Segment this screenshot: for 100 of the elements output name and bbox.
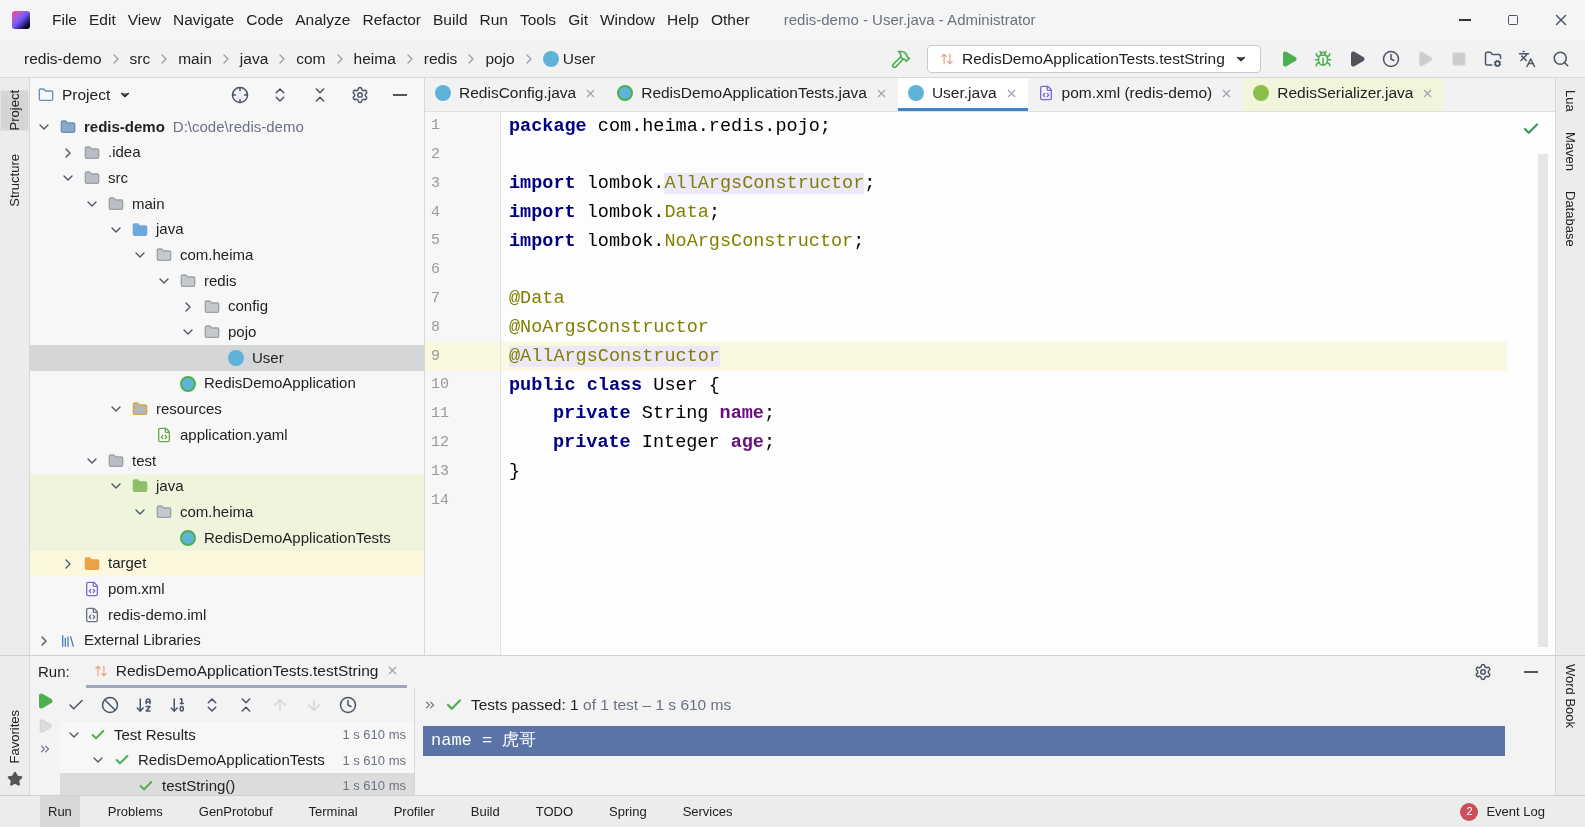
menu-item[interactable]: Analyze bbox=[289, 8, 357, 32]
menu-item[interactable]: Build bbox=[427, 8, 474, 32]
tool-window-button[interactable]: Run bbox=[40, 796, 80, 827]
menu-item[interactable]: Run bbox=[473, 8, 514, 32]
tree-item[interactable]: java bbox=[30, 216, 424, 243]
breadcrumb-item[interactable]: java bbox=[235, 46, 273, 71]
class-icon bbox=[907, 85, 924, 101]
menu-item[interactable]: Navigate bbox=[167, 8, 241, 32]
tool-window-tab[interactable]: Database bbox=[1560, 190, 1581, 247]
tree-item[interactable]: com.heima bbox=[30, 242, 424, 269]
tree-item[interactable]: test bbox=[30, 447, 424, 474]
tool-window-tab[interactable]: Maven bbox=[1560, 131, 1581, 171]
tree-item[interactable]: target bbox=[30, 550, 424, 577]
tool-window-button[interactable]: Profiler bbox=[385, 796, 443, 827]
app-logo-icon bbox=[12, 11, 30, 29]
folder-icon bbox=[84, 555, 100, 572]
tool-window-button[interactable]: GenProtobuf bbox=[190, 796, 281, 827]
tree-item[interactable]: main bbox=[30, 191, 424, 217]
breadcrumb-item[interactable]: main bbox=[174, 46, 216, 71]
project-view-icon bbox=[38, 87, 54, 103]
breadcrumb-item[interactable]: redis bbox=[419, 46, 462, 71]
star-icon[interactable] bbox=[6, 771, 23, 787]
breadcrumb-item[interactable]: pojo bbox=[481, 46, 519, 71]
menu-item[interactable]: Git bbox=[562, 8, 594, 32]
test-result-row[interactable]: testString() 1 s 610 ms bbox=[60, 773, 414, 795]
tree-item[interactable]: redis bbox=[30, 268, 424, 294]
menu-item[interactable]: Help bbox=[661, 8, 705, 32]
test-duration: 1 s 610 ms bbox=[342, 726, 406, 744]
tool-window-button[interactable]: Services bbox=[674, 796, 741, 827]
menu-item[interactable]: Other bbox=[704, 8, 756, 32]
more-icon[interactable] bbox=[38, 742, 52, 756]
test-name: Test Results bbox=[114, 724, 196, 745]
tree-item[interactable]: config bbox=[30, 293, 424, 320]
menu-item[interactable]: Refactor bbox=[356, 8, 428, 32]
tree-item[interactable]: resources bbox=[30, 396, 424, 423]
test-result-row[interactable]: Test Results 1 s 610 ms bbox=[60, 722, 414, 748]
menu-item[interactable]: Tools bbox=[513, 8, 563, 32]
tool-window-button[interactable]: Problems bbox=[99, 796, 171, 827]
tree-item[interactable]: src bbox=[30, 165, 424, 192]
code-line: private String name; bbox=[553, 402, 776, 427]
folder-icon bbox=[108, 452, 124, 469]
tree-item[interactable]: RedisDemoApplication bbox=[30, 370, 424, 397]
line-number: 6 bbox=[431, 260, 440, 281]
tool-window-button[interactable]: Build bbox=[462, 796, 508, 827]
menu-item[interactable]: Code bbox=[240, 8, 290, 32]
breadcrumb-item[interactable]: com bbox=[292, 46, 330, 71]
tree-item[interactable]: pom.xml bbox=[30, 576, 424, 603]
tree-item[interactable]: com.heima bbox=[30, 499, 424, 525]
tree-item[interactable]: User bbox=[30, 345, 424, 371]
tree-item[interactable]: External Libraries bbox=[30, 627, 424, 654]
line-number: 8 bbox=[431, 317, 440, 338]
sort-icon bbox=[135, 696, 153, 714]
class-icon bbox=[228, 350, 244, 367]
libraries-icon bbox=[60, 632, 76, 649]
editor-tab[interactable]: User.java bbox=[897, 78, 1028, 111]
ban-icon bbox=[101, 696, 119, 714]
tree-item[interactable]: .idea bbox=[30, 139, 424, 166]
tool-window-tab[interactable]: Lua bbox=[1560, 90, 1581, 112]
package-icon bbox=[204, 298, 220, 315]
tool-window-button[interactable]: TODO bbox=[527, 796, 582, 827]
test-result-row[interactable]: RedisDemoApplicationTests 1 s 610 ms bbox=[60, 747, 414, 773]
more-icon[interactable] bbox=[423, 698, 437, 712]
search-icon bbox=[1552, 49, 1570, 68]
breadcrumb-item[interactable]: src bbox=[125, 46, 155, 71]
class-icon bbox=[435, 85, 451, 101]
editor-tab[interactable]: pom.xml (redis-demo) bbox=[1027, 78, 1244, 111]
editor-tab[interactable]: RedisDemoApplicationTests.java bbox=[607, 78, 898, 111]
tool-window-button[interactable]: Spring bbox=[601, 796, 655, 827]
project-view-dropdown[interactable]: Project bbox=[62, 83, 133, 107]
menu-item[interactable]: Window bbox=[593, 8, 662, 32]
run-configuration-dropdown[interactable]: RedisDemoApplicationTests.testString bbox=[927, 44, 1261, 73]
minus-icon bbox=[1524, 671, 1538, 673]
tree-item[interactable]: pojo bbox=[30, 319, 424, 346]
line-number: 10 bbox=[431, 375, 449, 396]
code-line: import lombok.NoArgsConstructor; bbox=[509, 229, 865, 254]
run-tab[interactable]: RedisDemoApplicationTests.testString bbox=[85, 656, 408, 688]
tool-window-tab[interactable]: Structure bbox=[0, 154, 29, 208]
tree-item[interactable]: redis-demo D:\code\redis-demo bbox=[30, 114, 424, 140]
line-number: 11 bbox=[431, 404, 449, 425]
editor-tab[interactable]: RedisSerializer.java bbox=[1243, 78, 1445, 111]
menu-item[interactable]: Edit bbox=[83, 8, 122, 32]
tree-item-label: test bbox=[132, 450, 157, 471]
menu-item[interactable]: View bbox=[121, 8, 168, 32]
tree-item[interactable]: java bbox=[30, 473, 424, 500]
tree-item-label: resources bbox=[156, 399, 222, 420]
tool-window-button[interactable]: Terminal bbox=[300, 796, 366, 827]
tree-item[interactable]: RedisDemoApplicationTests bbox=[30, 525, 424, 551]
tool-window-tab[interactable]: Project bbox=[0, 90, 29, 131]
breadcrumb-item[interactable]: redis-demo bbox=[20, 46, 106, 71]
line-number: 5 bbox=[431, 231, 440, 252]
menu-item[interactable]: File bbox=[46, 8, 83, 32]
tree-item[interactable]: application.yaml bbox=[30, 422, 424, 448]
breadcrumb-item[interactable]: User bbox=[538, 46, 600, 71]
editor-tab[interactable]: RedisConfig.java bbox=[425, 78, 608, 111]
tree-item[interactable]: redis-demo.iml bbox=[30, 602, 424, 628]
event-log-button[interactable]: Event Log bbox=[1486, 801, 1545, 822]
module-path: D:\code\redis-demo bbox=[172, 116, 304, 137]
package-icon bbox=[156, 504, 172, 521]
breadcrumb-item[interactable]: heima bbox=[349, 46, 400, 71]
tree-item-label: RedisDemoApplicationTests bbox=[204, 527, 391, 548]
